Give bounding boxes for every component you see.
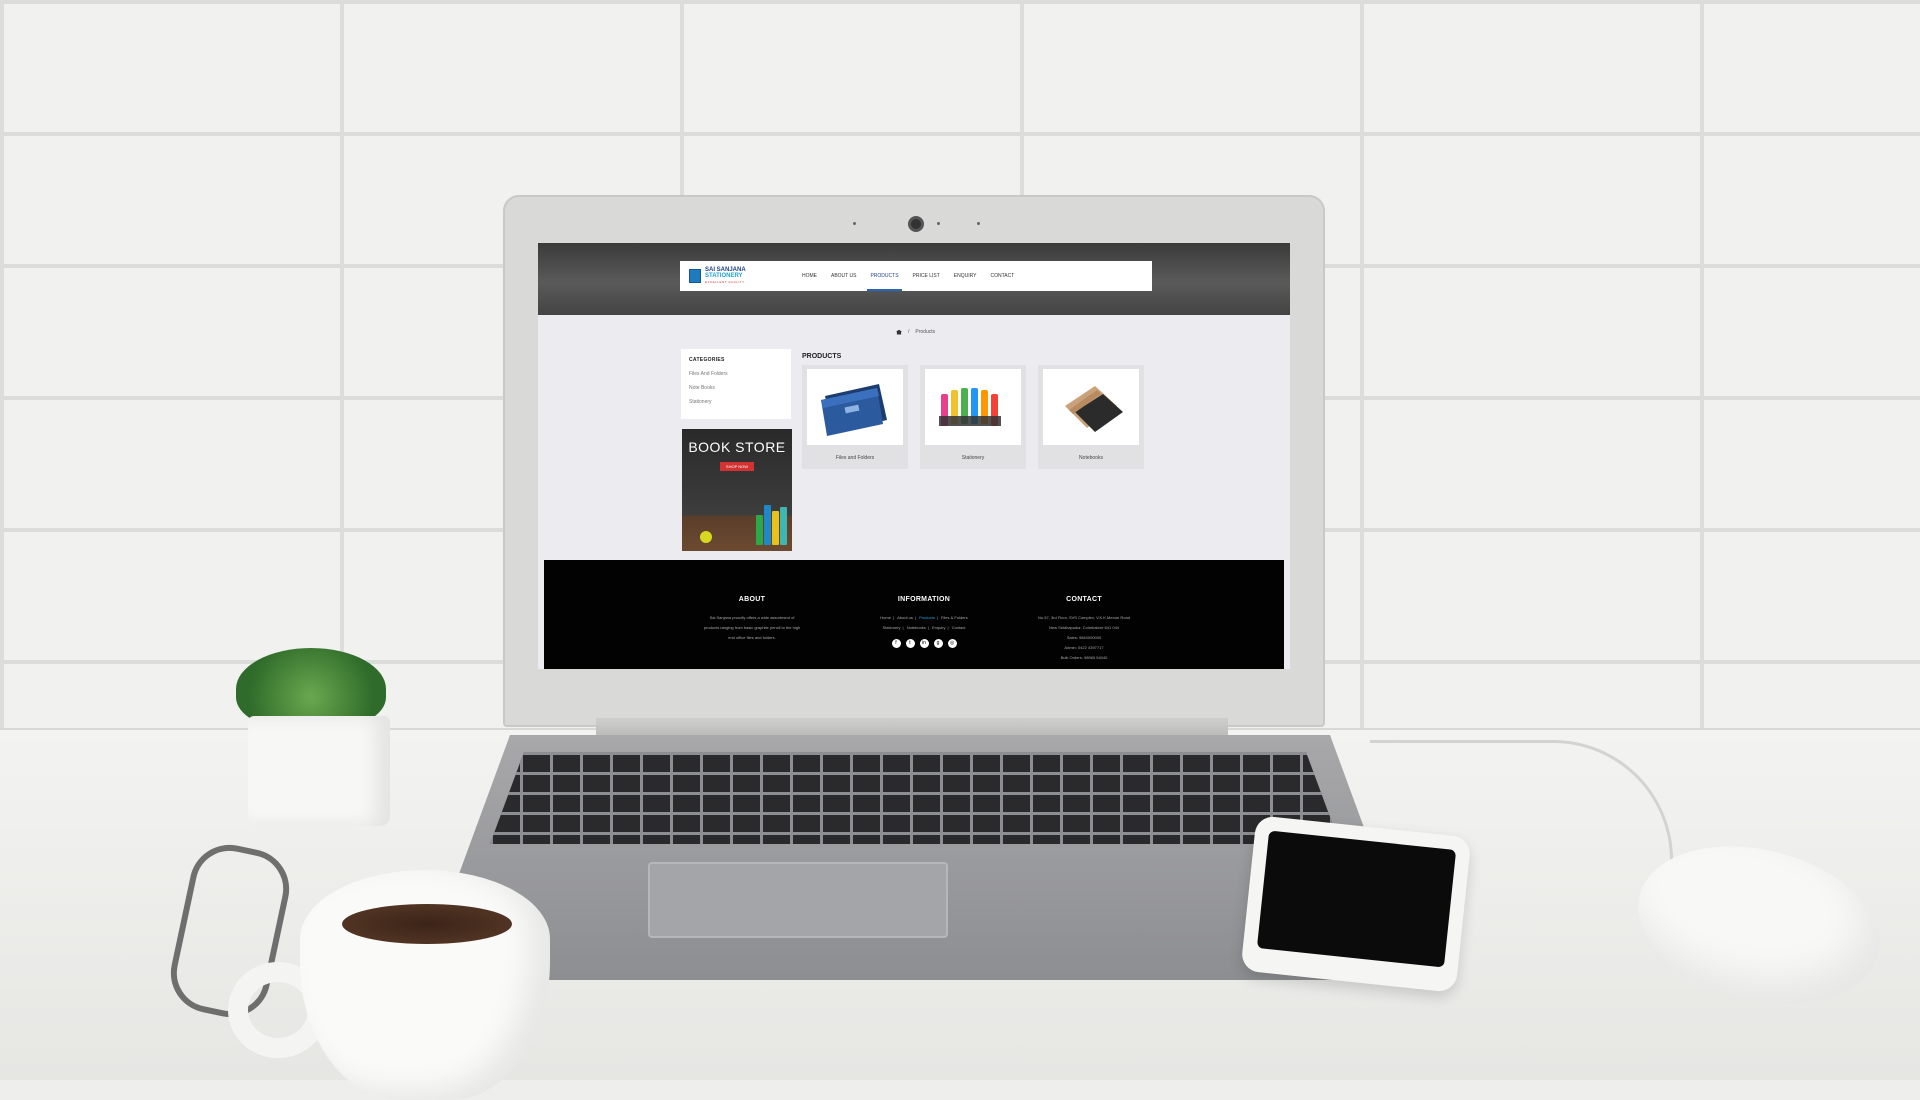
banner-title: BOOK STORE xyxy=(688,439,786,455)
nav-home[interactable]: HOME xyxy=(795,261,824,291)
laptop-trackpad[interactable] xyxy=(648,862,948,938)
books-stack-icon xyxy=(756,501,788,545)
product-label: Stationery xyxy=(961,455,985,461)
sensor-dot xyxy=(977,222,980,225)
product-card[interactable]: Notebooks xyxy=(1038,365,1144,469)
category-files-and-folders[interactable]: Files And Folders xyxy=(689,371,791,377)
google-plus-icon[interactable]: g xyxy=(933,639,943,648)
footer-contact: CONTACT No.57, 3rd Floor, SVS Complex, V… xyxy=(1014,596,1154,663)
product-card[interactable]: Files and Folders xyxy=(802,365,908,469)
footer-information: INFORMATION Home | About us | Products | Fi… xyxy=(854,596,994,648)
twitter-icon[interactable]: t xyxy=(905,639,915,648)
smartphone xyxy=(1240,815,1472,993)
nav-price-list[interactable]: PRICE LIST xyxy=(906,261,947,291)
nav-products[interactable]: PRODUCTS xyxy=(863,261,905,291)
footer-information-title: INFORMATION xyxy=(897,596,951,603)
breadcrumb-separator: / xyxy=(908,329,910,335)
breadcrumb: / Products xyxy=(896,329,935,335)
site-footer: ABOUT Sai Sanjana proudly offers a wide … xyxy=(544,560,1284,669)
footer-about-title: ABOUT xyxy=(738,596,766,603)
product-label: Notebooks xyxy=(1079,455,1103,461)
main-nav: HOME ABOUT US PRODUCTS PRICE LIST ENQUIR… xyxy=(795,261,1021,291)
nav-about-us[interactable]: ABOUT US xyxy=(824,261,863,291)
breadcrumb-current: Products xyxy=(915,329,936,335)
sensor-dot xyxy=(937,222,940,225)
categories-sidebar: CATEGORIES Files And Folders Note Books … xyxy=(681,349,791,419)
category-note-books[interactable]: Note Books xyxy=(689,385,791,391)
folder-icon xyxy=(821,384,887,436)
plant-pot xyxy=(248,716,390,826)
footer-link-notebooks[interactable]: Notebooks xyxy=(905,625,928,630)
instagram-icon[interactable]: ◎ xyxy=(947,639,957,648)
linkedin-icon[interactable]: in xyxy=(919,639,929,648)
laptop-keyboard xyxy=(490,752,1340,844)
footer-about-text: Sai Sanjana proudly offers a wide assort… xyxy=(703,615,801,640)
nav-enquiry[interactable]: ENQUIRY xyxy=(947,261,984,291)
categories-title: CATEGORIES xyxy=(689,357,725,363)
footer-link-contact[interactable]: Contact xyxy=(950,625,968,630)
footer-contact-title: CONTACT xyxy=(1066,596,1102,603)
contact-bulk-orders: Bulk Orders: 98965 54040 xyxy=(1060,655,1108,660)
sensor-dot xyxy=(853,222,856,225)
contact-sales: Sales: 9840000000 xyxy=(1066,635,1102,640)
contact-address-line-2: New Siddhapudur, Coimbatore 641 044 xyxy=(1048,625,1120,630)
site-logo[interactable]: SAI SANJANA STATIONERY EXCELLENT QUALITY xyxy=(689,267,777,285)
footer-link-home[interactable]: Home xyxy=(878,615,893,620)
shop-now-button[interactable]: SHOP NOW xyxy=(720,462,754,471)
footer-link-files[interactable]: Files & Folders xyxy=(939,615,970,620)
footer-link-enquiry[interactable]: Enquiry xyxy=(930,625,948,630)
webcam-icon xyxy=(908,216,924,232)
logo-text: SAI SANJANA STATIONERY EXCELLENT QUALITY xyxy=(705,267,746,285)
notebook-icon xyxy=(1065,386,1123,432)
facebook-icon[interactable]: f xyxy=(891,639,901,648)
book-store-banner[interactable]: BOOK STORE SHOP NOW xyxy=(682,429,792,551)
footer-contact-details: No.57, 3rd Floor, SVS Complex, V.K.K.Men… xyxy=(1014,613,1154,663)
home-icon[interactable] xyxy=(896,329,902,335)
contact-address-line-1: No.57, 3rd Floor, SVS Complex, V.K.K.Men… xyxy=(1038,615,1130,620)
product-card[interactable]: Stationery xyxy=(920,365,1026,469)
footer-about: ABOUT Sai Sanjana proudly offers a wide … xyxy=(702,596,802,643)
logo-mark-icon xyxy=(689,269,701,283)
product-image xyxy=(807,369,903,445)
contact-admin: Admin: 0422 4397717 xyxy=(1064,645,1104,650)
footer-links: Home | About us | Products | Files & Folder… xyxy=(878,615,970,630)
product-label: Files and Folders xyxy=(835,455,875,461)
social-icons: f t in g ◎ xyxy=(854,639,994,648)
category-stationery[interactable]: Stationery xyxy=(689,399,791,405)
product-image xyxy=(1043,369,1139,445)
navbar: SAI SANJANA STATIONERY EXCELLENT QUALITY… xyxy=(680,261,1152,291)
products-heading: PRODUCTS xyxy=(802,353,842,360)
product-image xyxy=(925,369,1021,445)
footer-link-stationery[interactable]: Stationery xyxy=(881,625,903,630)
footer-link-about[interactable]: About us xyxy=(895,615,915,620)
laptop-screen: SAI SANJANA STATIONERY EXCELLENT QUALITY… xyxy=(538,243,1290,669)
footer-link-products[interactable]: Products xyxy=(917,615,937,620)
coffee xyxy=(342,904,512,944)
markers-icon xyxy=(939,388,1001,426)
phone-screen xyxy=(1256,830,1457,968)
apple-icon xyxy=(700,531,712,543)
product-grid: Files and Folders Stationery Notebooks xyxy=(802,365,1144,469)
nav-contact[interactable]: CONTACT xyxy=(983,261,1021,291)
logo-tagline: EXCELLENT QUALITY xyxy=(705,280,745,284)
